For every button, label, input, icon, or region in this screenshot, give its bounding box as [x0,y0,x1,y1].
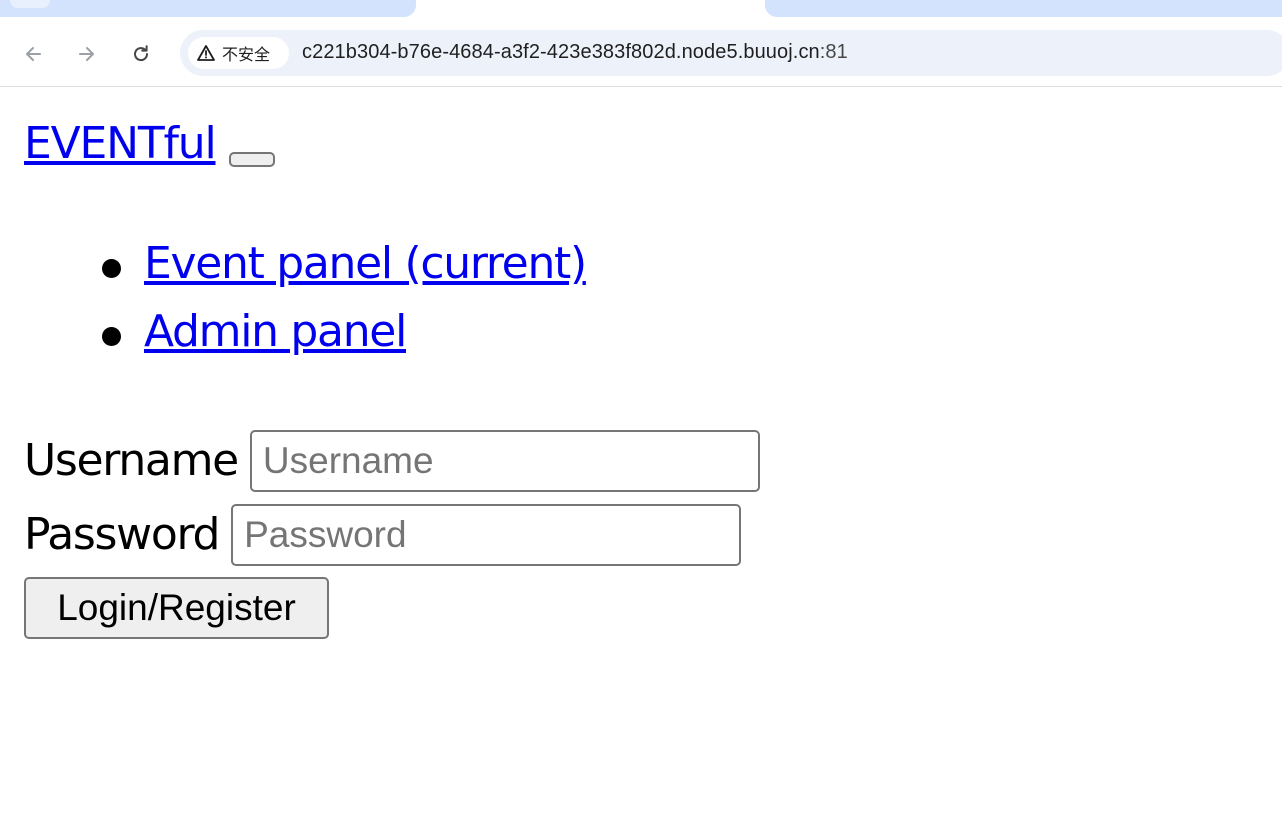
forward-button[interactable] [71,38,103,70]
address-bar[interactable]: 不安全 c221b304-b76e-4684-a3f2-423e383f802d… [180,30,1282,76]
inactive-tab-right[interactable] [765,0,1282,17]
username-label: Username [24,435,239,486]
password-row: Password [24,504,742,566]
tab-strip [0,0,1282,26]
reload-button[interactable] [125,38,157,70]
arrow-right-icon [77,44,97,64]
login-register-button[interactable]: Login/Register [24,577,329,639]
inactive-tab-left[interactable] [0,0,416,17]
event-panel-link[interactable]: Event panel (current) [144,242,587,286]
browser-toolbar: 不安全 c221b304-b76e-4684-a3f2-423e383f802d… [0,26,1282,87]
password-input[interactable] [231,504,742,566]
page-content: EVENTful Event panel (current) Admin pan… [0,87,1282,830]
list-bullet [102,259,121,278]
navbar-toggle-button[interactable] [228,152,275,168]
username-row: Username [24,430,760,492]
list-bullet [102,327,121,346]
reload-icon [131,44,151,64]
nav-item-event-panel: Event panel (current) [0,237,587,305]
warning-triangle-icon [196,43,216,63]
security-chip[interactable]: 不安全 [188,37,289,69]
url-host: c221b304-b76e-4684-a3f2-423e383f802d.nod… [302,41,820,63]
url-text[interactable]: c221b304-b76e-4684-a3f2-423e383f802d.nod… [302,41,848,64]
tab-edge [10,0,50,8]
nav-item-admin-panel: Admin panel [0,305,586,373]
password-label: Password [24,509,220,560]
security-label: 不安全 [222,45,271,64]
username-input[interactable] [249,430,760,492]
brand-link[interactable]: EVENTful [24,120,217,167]
back-button[interactable] [17,38,49,70]
nav-list: Event panel (current) Admin panel [0,237,587,373]
url-port: :81 [819,41,848,63]
admin-panel-link[interactable]: Admin panel [144,310,407,354]
arrow-left-icon [23,44,43,64]
navbar: EVENTful [24,120,275,168]
